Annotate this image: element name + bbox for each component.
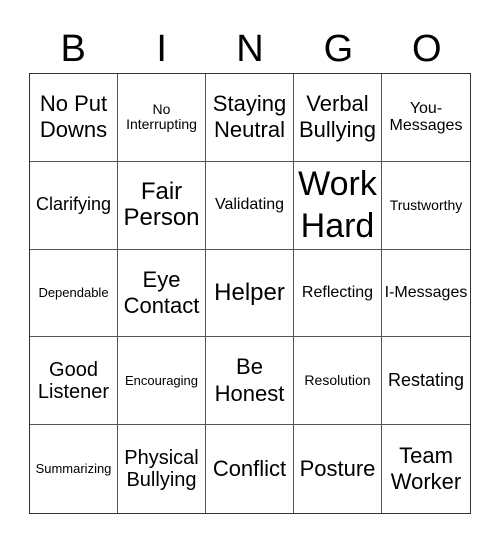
bingo-cell[interactable]: Physical Bullying [118,425,206,513]
bingo-cell[interactable]: Staying Neutral [206,74,294,162]
header-letter-b: B [60,28,86,70]
bingo-cell[interactable]: Team Worker [382,425,470,513]
bingo-cell[interactable]: Reflecting [294,249,382,338]
bingo-cell[interactable]: I-Messages [382,250,470,338]
bingo-cell[interactable]: No Interrupting [118,74,206,162]
bingo-cell[interactable]: Verbal Bullying [294,74,382,162]
bingo-cell[interactable]: Eye Contact [118,249,206,338]
header-letter-n: N [236,28,264,70]
header-letter-o: O [412,28,442,70]
bingo-cell[interactable]: Dependable [30,249,118,338]
bingo-cell[interactable]: You-Messages [382,74,470,162]
bingo-cell[interactable]: Good Listener [30,337,118,426]
bingo-cell[interactable]: Clarifying [30,161,118,250]
header-letter-g: G [323,28,354,70]
bingo-cell[interactable]: Encouraging [118,337,206,426]
bingo-cell[interactable]: Resolution [294,337,382,426]
bingo-cell[interactable]: Fair Person [118,161,206,250]
bingo-cell[interactable]: Posture [294,425,382,513]
bingo-cell[interactable]: Work Hard [294,161,382,250]
bingo-cell[interactable]: Conflict [206,425,294,513]
bingo-grid: No Put Downs No Interrupting Staying Neu… [29,73,471,514]
bingo-cell[interactable]: Helper [206,249,294,338]
bingo-cell[interactable]: Validating [206,161,294,250]
bingo-cell[interactable]: Be Honest [206,337,294,426]
header-letter-i: I [156,28,167,70]
bingo-header: B I N G O [29,26,471,72]
bingo-cell[interactable]: No Put Downs [30,74,118,162]
bingo-cell[interactable]: Summarizing [30,425,118,513]
bingo-cell[interactable]: Restating [382,337,470,426]
bingo-cell[interactable]: Trustworthy [382,162,470,250]
